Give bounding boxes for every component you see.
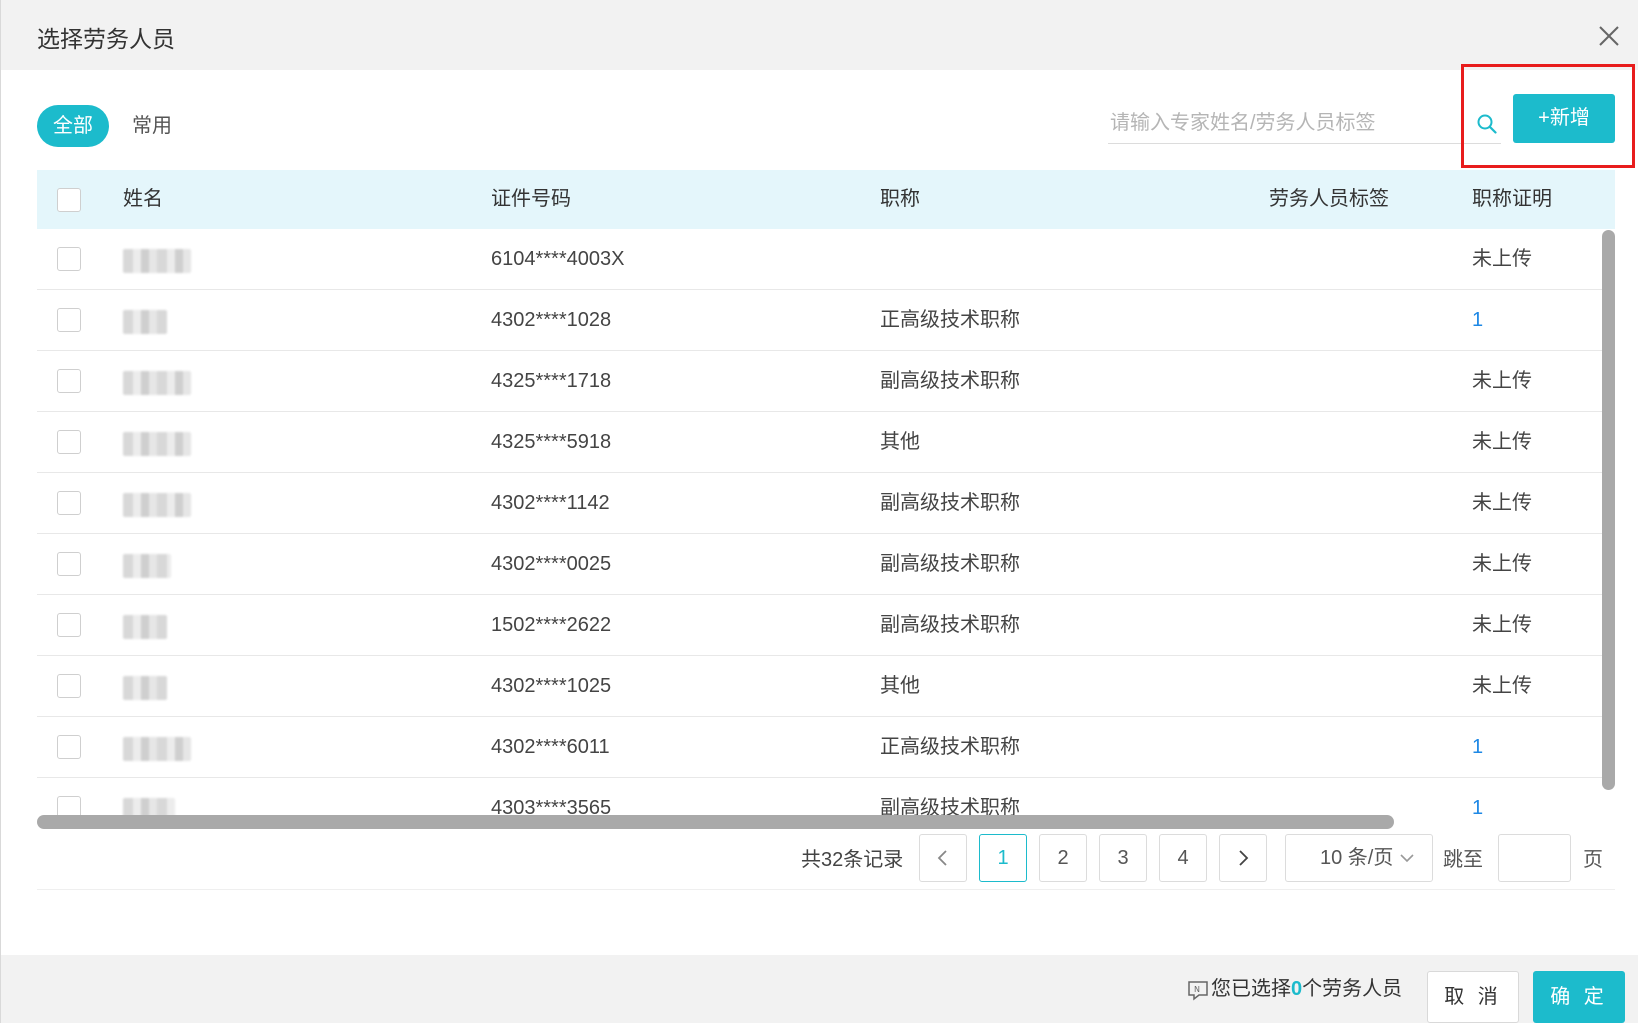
cert-cell: 未上传 <box>1472 553 1532 575</box>
dialog-title: 选择劳务人员 <box>37 26 175 52</box>
tab-all[interactable]: 全部 <box>37 105 109 147</box>
name-redacted <box>123 493 191 517</box>
name-redacted <box>123 249 191 273</box>
select-all-checkbox[interactable] <box>57 188 81 212</box>
row-checkbox[interactable] <box>57 247 81 271</box>
highlight-box <box>1461 64 1635 168</box>
cert-link[interactable]: 1 <box>1472 290 1483 351</box>
page-2-button[interactable]: 2 <box>1039 834 1087 882</box>
search-box <box>1108 104 1501 144</box>
close-icon[interactable] <box>1595 22 1623 50</box>
chevron-left-icon <box>937 850 947 866</box>
cert-link[interactable]: 1 <box>1472 717 1483 778</box>
id-number-cell: 1502****2622 <box>491 614 612 636</box>
row-checkbox[interactable] <box>57 674 81 698</box>
dialog-header: 选择劳务人员 <box>1 0 1638 70</box>
row-checkbox[interactable] <box>57 735 81 759</box>
table-row[interactable]: 4302****6011 正高级技术职称 1 <box>37 717 1615 778</box>
select-labor-dialog: 选择劳务人员 全部 常用 +新增 姓名 证件号码 职称 劳务人员标签 职称证明 <box>0 0 1638 1023</box>
table-row[interactable]: 4302****1142 副高级技术职称 未上传 <box>37 473 1615 534</box>
page-size-value: 10 条/页 <box>1320 847 1394 869</box>
chat-icon: N <box>1188 981 1208 1001</box>
row-checkbox[interactable] <box>57 613 81 637</box>
title-cell: 其他 <box>880 675 920 697</box>
selection-prefix: 您已选择 <box>1211 978 1291 1000</box>
title-cell: 副高级技术职称 <box>880 553 1020 575</box>
row-checkbox[interactable] <box>57 430 81 454</box>
cert-cell: 未上传 <box>1472 675 1532 697</box>
name-redacted <box>123 432 191 456</box>
title-cell: 正高级技术职称 <box>880 309 1020 331</box>
cert-cell: 未上传 <box>1472 431 1532 453</box>
name-redacted <box>123 554 171 578</box>
table-row[interactable]: 4325****5918 其他 未上传 <box>37 412 1615 473</box>
total-records: 共32条记录 <box>801 849 904 871</box>
cancel-button[interactable]: 取 消 <box>1427 971 1519 1023</box>
name-redacted <box>123 371 191 395</box>
id-number-cell: 6104****4003X <box>491 248 625 270</box>
table-row[interactable]: 4302****1025 其他 未上传 <box>37 656 1615 717</box>
tab-common[interactable]: 常用 <box>132 105 192 147</box>
column-header-tag: 劳务人员标签 <box>1269 188 1389 210</box>
id-number-cell: 4302****1025 <box>491 675 612 697</box>
column-header-cert: 职称证明 <box>1472 188 1552 210</box>
labor-table: 姓名 证件号码 职称 劳务人员标签 职称证明 6104****4003X 未上传… <box>37 170 1615 830</box>
table-header: 姓名 证件号码 职称 劳务人员标签 职称证明 <box>37 170 1615 229</box>
id-number-cell: 4302****6011 <box>491 736 610 758</box>
page-label: 页 <box>1583 849 1603 871</box>
row-checkbox[interactable] <box>57 552 81 576</box>
cert-cell: 未上传 <box>1472 248 1532 270</box>
name-redacted <box>123 310 167 334</box>
table-row[interactable]: 1502****2622 副高级技术职称 未上传 <box>37 595 1615 656</box>
selection-summary: 您已选择0个劳务人员 <box>1211 975 1402 1003</box>
prev-page-button[interactable] <box>919 834 967 882</box>
table-row[interactable]: 4302****1028 正高级技术职称 1 <box>37 290 1615 351</box>
next-page-button[interactable] <box>1219 834 1267 882</box>
dialog-footer: N 您已选择0个劳务人员 取 消 确 定 <box>1 955 1638 1023</box>
page-4-button[interactable]: 4 <box>1159 834 1207 882</box>
name-redacted <box>123 737 191 761</box>
page-1-button[interactable]: 1 <box>979 834 1027 882</box>
id-number-cell: 4302****1028 <box>491 309 612 331</box>
id-number-cell: 4302****1142 <box>491 492 610 514</box>
selection-suffix: 个劳务人员 <box>1302 978 1403 1000</box>
table-row[interactable]: 4302****0025 副高级技术职称 未上传 <box>37 534 1615 595</box>
table-row[interactable]: 4325****1718 副高级技术职称 未上传 <box>37 351 1615 412</box>
vertical-scrollbar[interactable] <box>1602 230 1615 790</box>
id-number-cell: 4325****5918 <box>491 431 612 453</box>
selection-count: 0 <box>1291 978 1303 1000</box>
id-number-cell: 4325****1718 <box>491 370 612 392</box>
title-cell: 其他 <box>880 431 920 453</box>
column-header-id-number: 证件号码 <box>491 188 571 210</box>
svg-text:N: N <box>1194 985 1200 994</box>
name-redacted <box>123 676 167 700</box>
row-checkbox[interactable] <box>57 491 81 515</box>
title-cell: 正高级技术职称 <box>880 736 1020 758</box>
column-header-title: 职称 <box>880 188 920 210</box>
confirm-button[interactable]: 确 定 <box>1533 971 1625 1023</box>
title-cell: 副高级技术职称 <box>880 370 1020 392</box>
page-size-select[interactable]: 10 条/页 <box>1285 834 1433 882</box>
title-cell: 副高级技术职称 <box>880 614 1020 636</box>
name-redacted <box>123 615 167 639</box>
cert-cell: 未上传 <box>1472 370 1532 392</box>
jump-page-input[interactable] <box>1498 834 1571 882</box>
title-cell: 副高级技术职称 <box>880 492 1020 514</box>
jump-label: 跳至 <box>1443 849 1483 871</box>
pagination: 共32条记录 1 2 3 4 10 条/页 跳至 页 <box>37 830 1615 890</box>
chevron-right-icon <box>1239 850 1249 866</box>
id-number-cell: 4302****0025 <box>491 553 612 575</box>
row-checkbox[interactable] <box>57 308 81 332</box>
cert-cell: 未上传 <box>1472 614 1532 636</box>
cert-cell: 未上传 <box>1472 492 1532 514</box>
row-checkbox[interactable] <box>57 369 81 393</box>
table-row[interactable]: 6104****4003X 未上传 <box>37 229 1615 290</box>
search-input[interactable] <box>1110 104 1455 142</box>
cert-link[interactable]: 1 <box>1472 778 1483 830</box>
horizontal-scrollbar[interactable] <box>37 815 1394 829</box>
page-3-button[interactable]: 3 <box>1099 834 1147 882</box>
chevron-down-icon <box>1400 854 1414 863</box>
column-header-name: 姓名 <box>123 188 163 210</box>
